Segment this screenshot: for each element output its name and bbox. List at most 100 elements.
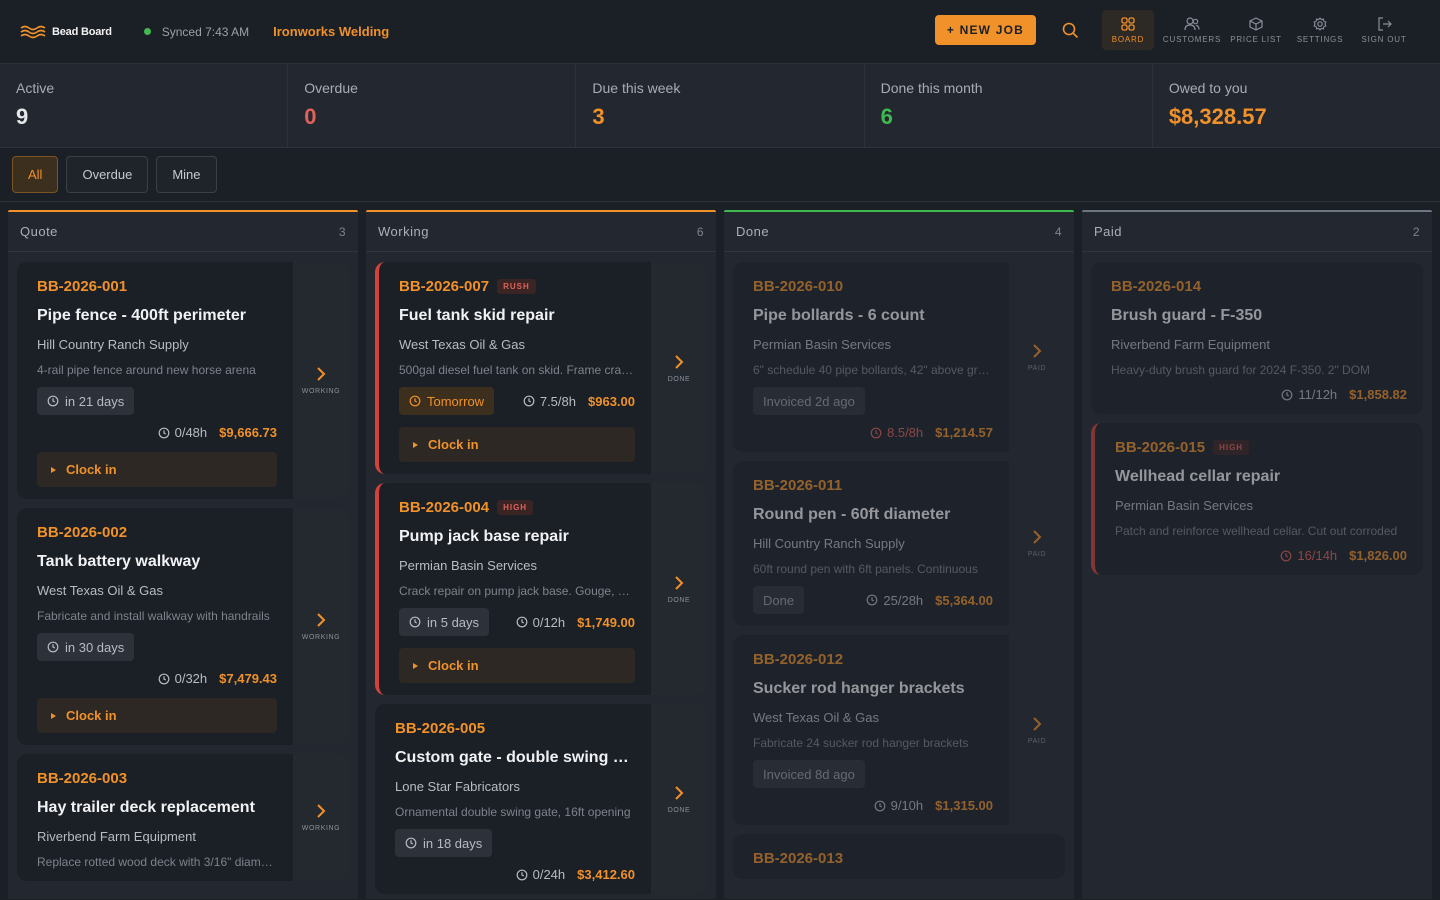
sync-status: Synced 7:43 AM	[143, 25, 249, 39]
job-id: BB-2026-010	[753, 278, 993, 295]
card-body: BB-2026-004 HIGH Pump jack base repair Perm…	[379, 483, 651, 695]
job-card[interactable]: BB-2026-005 Custom gate - double swing 16…	[375, 704, 707, 894]
clock-in-button[interactable]: Clock in	[37, 698, 277, 733]
priority-tag: HIGH	[1213, 440, 1250, 455]
due-text: Invoiced 8d ago	[763, 766, 855, 782]
grid-icon	[1121, 16, 1135, 31]
stat-value: 0	[304, 104, 317, 129]
job-description: Ornamental double swing gate, 16ft openi…	[395, 805, 631, 819]
advance-stage-button[interactable]: WORKING	[293, 262, 349, 499]
stat-owed[interactable]: Owed to you $8,328.57	[1153, 64, 1440, 147]
advance-stage-button[interactable]: PAID	[1009, 262, 1065, 452]
nav-price-list[interactable]: PRICE LIST	[1230, 10, 1282, 50]
job-card[interactable]: BB-2026-011 Round pen - 60ft diameter Hill…	[733, 461, 1065, 626]
job-card[interactable]: BB-2026-001 Pipe fence - 400ft perimeter H…	[17, 262, 349, 499]
stat-due-week[interactable]: Due this week 3	[576, 64, 865, 147]
column-header: Paid 2	[1082, 212, 1432, 252]
clock-in-button[interactable]: Clock in	[399, 648, 635, 683]
customer-name: Lone Star Fabricators	[395, 779, 521, 794]
card-body: BB-2026-002 Tank battery walkway West Texa…	[17, 508, 293, 745]
job-description: Patch and reinforce wellhead cellar. Cut…	[1115, 524, 1398, 538]
hours-text: 0/48h	[174, 425, 208, 440]
advance-stage-button[interactable]: DONE	[651, 704, 707, 894]
nav-sign-out[interactable]: SIGN OUT	[1358, 10, 1410, 50]
stat-done-month[interactable]: Done this month 6	[865, 64, 1153, 147]
job-description: Replace rotted wood deck with 3/16" diam…	[37, 855, 277, 869]
clock-icon	[516, 869, 528, 880]
customer-name: Permian Basin Services	[753, 337, 891, 352]
job-id: BB-2026-001	[37, 278, 277, 295]
filter-overdue[interactable]: Overdue	[66, 156, 149, 193]
search-button[interactable]	[1052, 12, 1088, 48]
due-badge: in 21 days	[37, 387, 135, 415]
job-description: Fabricate 24 sucker rod hanger brackets	[753, 736, 969, 750]
hours-tracked: 0/12h	[516, 615, 565, 630]
stat-value: $8,328.57	[1168, 104, 1267, 129]
advance-stage-button[interactable]: DONE	[651, 483, 707, 695]
clock-icon	[47, 641, 59, 653]
card-body: BB-2026-012 Sucker rod hanger brackets Wes…	[733, 635, 1009, 825]
job-title: Hay trailer deck replacement	[37, 799, 255, 816]
filter-all[interactable]: All	[12, 156, 59, 193]
stat-active[interactable]: Active 9	[0, 64, 289, 147]
job-price: $1,214.57	[935, 425, 993, 440]
job-card[interactable]: BB-2026-004 HIGH Pump jack base repair Perm…	[375, 483, 707, 695]
advance-stage-button[interactable]: PAID	[1009, 635, 1065, 825]
job-card[interactable]: BB-2026-002 Tank battery walkway West Texa…	[17, 508, 349, 745]
app-logo[interactable]: Bead Board	[20, 24, 112, 40]
job-card[interactable]: BB-2026-007 RUSH Fuel tank skid repair West…	[375, 262, 707, 474]
chevron-right-icon	[675, 785, 684, 800]
card-list: BB-2026-010 Pipe bollards - 6 count Permia…	[724, 252, 1074, 889]
filter-mine[interactable]: Mine	[156, 156, 217, 193]
advance-stage-button[interactable]: PAID	[1009, 461, 1065, 626]
chevron-right-icon	[317, 613, 326, 627]
job-title: Custom gate - double swing 16ft	[395, 749, 635, 766]
priority-tag: RUSH	[497, 279, 536, 294]
card-body: BB-2026-015 HIGH Wellhead cellar repair Per…	[1095, 423, 1423, 575]
column-paid: Paid 2 BB-2026-014 Brush guard - F-350 Riv…	[1082, 210, 1432, 899]
stat-value: 9	[16, 104, 29, 129]
advance-stage-button[interactable]: WORKING	[293, 754, 349, 881]
nav-settings[interactable]: SETTINGS	[1294, 10, 1346, 50]
chevron-right-icon	[675, 354, 684, 369]
job-card[interactable]: BB-2026-014 Brush guard - F-350 Riverbend …	[1091, 262, 1423, 414]
column-title: Quote	[20, 224, 58, 239]
next-stage-label: PAID	[1027, 737, 1047, 745]
job-card[interactable]: BB-2026-015 HIGH Wellhead cellar repair Per…	[1091, 423, 1423, 575]
kanban-board: Quote 3 BB-2026-001 Pipe fence - 400ft pe…	[0, 202, 1440, 899]
advance-stage-button[interactable]: DONE	[651, 262, 707, 474]
hours-text: 11/12h	[1298, 387, 1338, 402]
nav-customers[interactable]: CUSTOMERS	[1163, 10, 1220, 50]
company-name[interactable]: Ironworks Welding	[273, 24, 389, 39]
job-card[interactable]: BB-2026-012 Sucker rod hanger brackets Wes…	[733, 635, 1065, 825]
customer-name: West Texas Oil & Gas	[753, 710, 879, 725]
hours-tracked: 16/14h	[1280, 548, 1337, 563]
due-text: in 18 days	[423, 835, 483, 851]
card-meta: 0/48h $9,666.73	[37, 425, 277, 440]
clock-icon	[409, 616, 421, 628]
clock-in-button[interactable]: Clock in	[37, 452, 277, 487]
job-price: $1,749.00	[577, 614, 635, 630]
stat-label: Due this week	[592, 80, 681, 96]
new-job-button[interactable]: + NEW JOB	[934, 15, 1036, 45]
due-text: Done	[763, 592, 795, 608]
customer-name: West Texas Oil & Gas	[399, 337, 525, 352]
customer-name: Hill Country Ranch Supply	[37, 337, 189, 352]
job-card[interactable]: BB-2026-013	[733, 834, 1065, 879]
nav-board[interactable]: BOARD	[1102, 10, 1154, 50]
clock-icon	[158, 427, 170, 438]
advance-stage-button[interactable]: WORKING	[293, 508, 349, 745]
chevron-right-icon	[317, 367, 326, 381]
column-count: 3	[338, 224, 346, 239]
customer-name: Riverbend Farm Equipment	[37, 829, 196, 844]
hours-tracked: 0/32h	[158, 671, 207, 686]
job-card[interactable]: BB-2026-010 Pipe bollards - 6 count Permia…	[733, 262, 1065, 452]
job-card[interactable]: BB-2026-003 Hay trailer deck replacement R…	[17, 754, 349, 881]
play-icon	[413, 441, 418, 448]
clock-in-button[interactable]: Clock in	[399, 427, 635, 462]
hours-tracked: 0/48h	[158, 425, 208, 440]
card-meta: 0/32h $7,479.43	[37, 671, 277, 686]
due-text: in 30 days	[65, 639, 125, 655]
stat-overdue[interactable]: Overdue 0	[288, 64, 577, 147]
chevron-right-icon	[1033, 716, 1042, 731]
